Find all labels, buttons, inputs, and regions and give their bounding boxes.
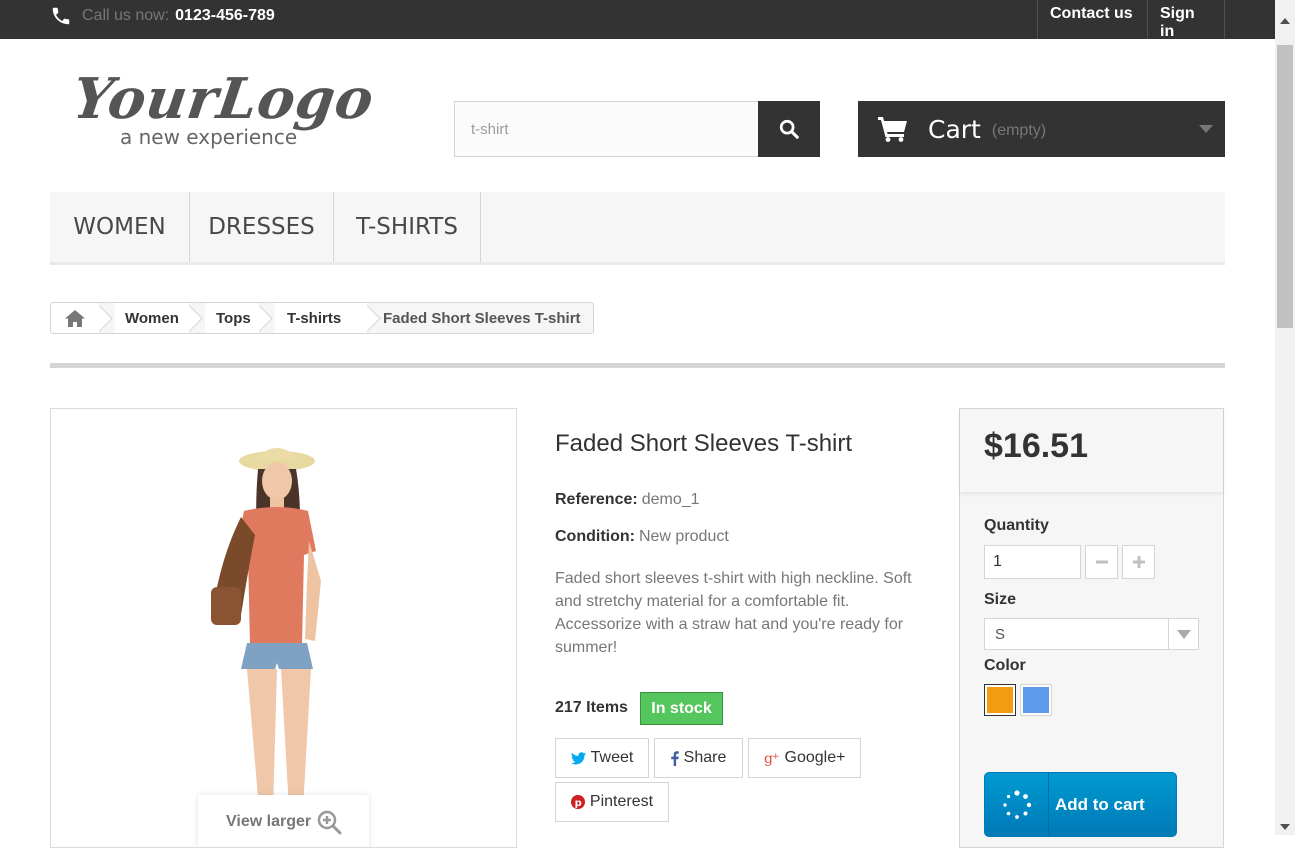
breadcrumb-separator: [259, 303, 275, 333]
chevron-down-icon[interactable]: [1199, 125, 1213, 133]
pinterest-icon: p: [570, 795, 585, 809]
scroll-thumb[interactable]: [1277, 45, 1293, 328]
contact-us-link[interactable]: Contact us: [1037, 0, 1148, 39]
cart-status: (empty): [991, 122, 1047, 139]
sign-in-link[interactable]: Sign in: [1147, 0, 1225, 40]
reference-value: demo_1: [641, 491, 700, 508]
chevron-down-icon[interactable]: [1168, 619, 1198, 649]
pinterest-button[interactable]: p Pinterest: [555, 782, 669, 822]
product-condition: Condition: New product: [555, 528, 729, 546]
logo-main-text: YourLogo: [78, 66, 377, 132]
search-input[interactable]: [454, 101, 759, 157]
product-description: Faded short sleeves t-shirt with high ne…: [555, 570, 912, 656]
minus-icon: [1095, 560, 1108, 564]
add-to-cart-button[interactable]: Add to cart: [984, 772, 1177, 837]
breadcrumb-home[interactable]: [51, 303, 99, 333]
logo-tagline: a new experience: [120, 125, 297, 149]
items-count: 217 Items: [555, 699, 628, 716]
share-label: Share: [683, 749, 727, 766]
color-label: Color: [984, 657, 1026, 674]
scroll-up-arrow[interactable]: [1280, 18, 1290, 24]
condition-value: New product: [638, 528, 729, 545]
loading-spinner-icon: [985, 773, 1049, 836]
color-swatch-blue[interactable]: [1020, 684, 1052, 716]
breadcrumb: Women Tops T-shirts Faded Short Sleeves …: [50, 302, 594, 334]
phone-number: 0123-456-789: [175, 7, 275, 24]
search-icon: [779, 119, 799, 139]
plus-icon: [1132, 556, 1145, 568]
site-logo[interactable]: YourLogo a new experience: [68, 62, 378, 157]
product-price: $16.51: [984, 427, 1088, 465]
buy-panel: $16.51 Quantity 1 Size S Color Add to ca…: [959, 408, 1224, 848]
search-button[interactable]: [758, 101, 820, 157]
product-title: Faded Short Sleeves T-shirt: [555, 430, 853, 457]
swatch-fill: [1023, 687, 1049, 713]
color-swatch-orange[interactable]: [984, 684, 1016, 716]
product-image-box[interactable]: View larger: [50, 408, 517, 848]
top-bar: Call us now: 0123-456-789 Contact us Sig…: [0, 0, 1275, 40]
breadcrumb-separator: [367, 303, 383, 333]
google-plus-button[interactable]: g + Google+: [748, 738, 861, 778]
view-larger-label: View larger: [226, 813, 312, 830]
phone-icon: [52, 7, 70, 25]
twitter-icon: [570, 751, 586, 764]
price-box: $16.51: [960, 409, 1223, 492]
google-plus-icon: g +: [764, 751, 780, 766]
size-value: S: [995, 626, 1006, 643]
add-to-cart-label: Add to cart: [1055, 794, 1145, 814]
reference-label: Reference:: [555, 491, 638, 508]
menu-item-t-shirts[interactable]: T-SHIRTS: [334, 192, 481, 262]
view-larger-button[interactable]: View larger: [198, 795, 369, 847]
size-select[interactable]: S: [984, 618, 1199, 650]
quantity-decrease-button[interactable]: [1085, 545, 1118, 579]
breadcrumb-separator: [189, 303, 205, 333]
breadcrumb-separator: [99, 303, 115, 333]
quantity-label: Quantity: [984, 517, 1049, 534]
phone-info: Call us now: 0123-456-789: [50, 4, 275, 28]
menu-item-women[interactable]: WOMEN: [50, 192, 190, 262]
breadcrumb-tops[interactable]: Tops: [205, 303, 259, 333]
quantity-input[interactable]: 1: [984, 545, 1081, 579]
breadcrumb-women[interactable]: Women: [115, 303, 189, 333]
call-label: Call us now:: [82, 7, 170, 24]
cart-icon: [878, 117, 907, 142]
product-reference: Reference: demo_1: [555, 491, 700, 509]
swatch-fill: [987, 687, 1013, 713]
breadcrumb-current: Faded Short Sleeves T-shirt: [383, 303, 593, 333]
share-button[interactable]: Share: [654, 738, 743, 778]
zoom-in-icon: [317, 810, 342, 835]
facebook-icon: [670, 750, 679, 766]
svg-text:p: p: [575, 798, 582, 809]
stock-badge: In stock: [640, 692, 723, 725]
pinterest-label: Pinterest: [589, 793, 654, 810]
cart-label: Cart: [928, 114, 981, 144]
section-divider: [50, 363, 1225, 368]
main-menu: WOMEN DRESSES T-SHIRTS: [50, 192, 1225, 265]
breadcrumb-t-shirts[interactable]: T-shirts: [275, 303, 367, 333]
size-label: Size: [984, 591, 1017, 608]
menu-item-dresses[interactable]: DRESSES: [190, 192, 334, 262]
quantity-increase-button[interactable]: [1122, 545, 1155, 579]
product-image: [211, 448, 321, 817]
condition-label: Condition:: [555, 528, 635, 545]
tweet-button[interactable]: Tweet: [555, 738, 649, 778]
scroll-down-arrow[interactable]: [1280, 824, 1290, 830]
scrollbar[interactable]: [1275, 0, 1295, 835]
google-plus-label: Google+: [784, 749, 846, 766]
svg-text:+: +: [772, 752, 780, 762]
home-icon: [65, 309, 85, 327]
cart-block[interactable]: Cart (empty): [858, 101, 1225, 157]
tweet-label: Tweet: [590, 749, 634, 766]
